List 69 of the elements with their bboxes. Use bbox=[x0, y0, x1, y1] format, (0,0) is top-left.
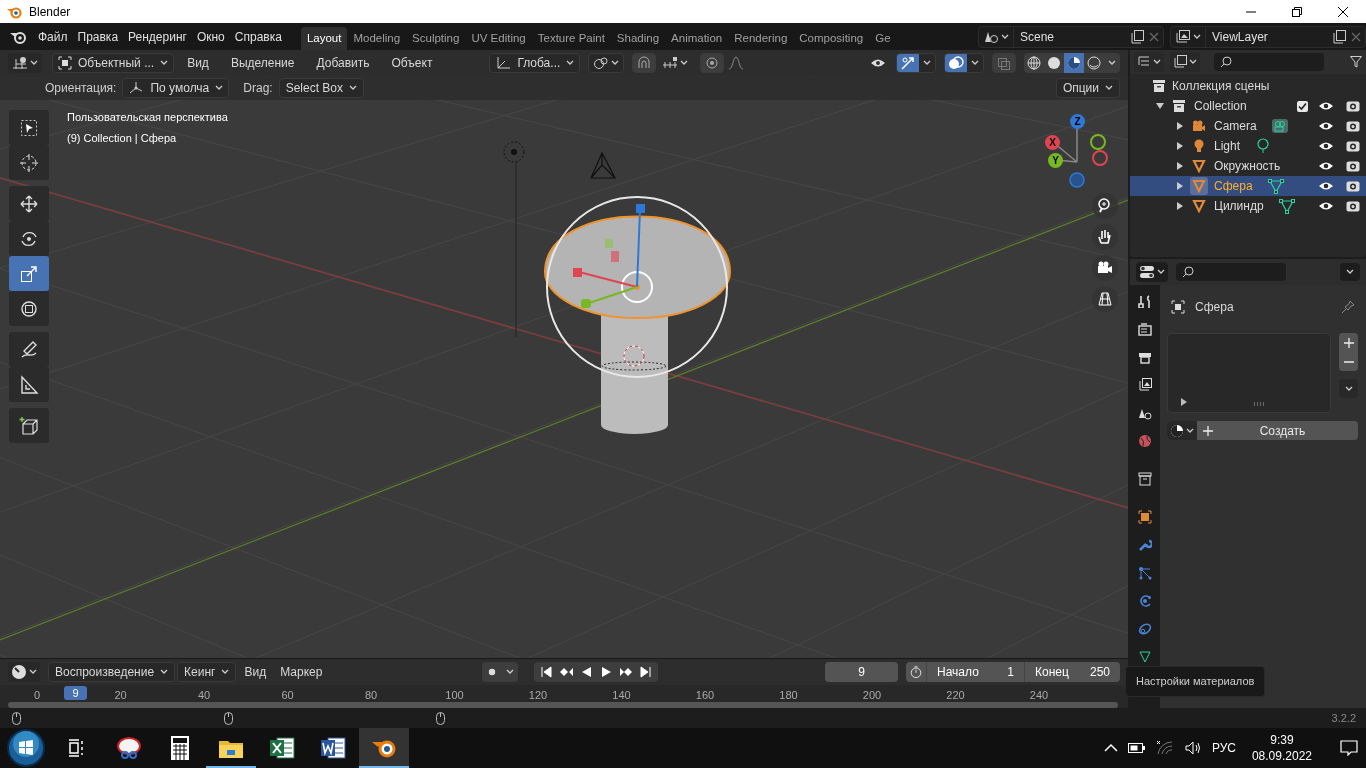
view-layer-selector[interactable]: ViewLayer bbox=[1170, 25, 1366, 48]
language-indicator[interactable]: РУС bbox=[1211, 739, 1236, 757]
navigation-gizmo[interactable]: Z X Y bbox=[1038, 110, 1116, 190]
workspace-tab[interactable]: UV Editing bbox=[465, 27, 532, 50]
frame-number: 60 bbox=[281, 688, 294, 703]
frame-number: 140 bbox=[612, 688, 631, 703]
menu-dropdown[interactable]: Кеинг bbox=[177, 662, 237, 682]
menu-item[interactable]: Вид bbox=[178, 53, 218, 72]
menu-item[interactable]: Справка bbox=[229, 27, 287, 46]
orientation-dropdown[interactable]: Глоба... bbox=[489, 52, 581, 73]
workspace-tab[interactable]: Layout bbox=[300, 27, 348, 50]
outliner-item[interactable]: Коллекция сцены bbox=[1172, 77, 1270, 95]
tooltip: Настройки материалов bbox=[1125, 666, 1266, 697]
workspace-tab[interactable]: Ge bbox=[869, 27, 897, 50]
clock-date[interactable]: 08.09.2022 bbox=[1251, 748, 1312, 764]
frame-number: 100 bbox=[445, 688, 464, 703]
frame-number: 240 bbox=[1029, 688, 1049, 703]
menu-item[interactable]: Объект bbox=[382, 53, 442, 72]
outliner-row[interactable]: Camera bbox=[1130, 116, 1366, 136]
frame-number: 160 bbox=[695, 688, 715, 703]
workspace-tab[interactable]: Rendering bbox=[728, 27, 794, 50]
menu-item[interactable]: Окно bbox=[191, 27, 230, 46]
outliner-row[interactable]: Сфера bbox=[1130, 176, 1366, 196]
workspace-tab[interactable]: Texture Paint bbox=[531, 27, 611, 50]
workspace-tab[interactable]: Shading bbox=[610, 27, 666, 50]
menu-dropdown[interactable]: Воспроизведение bbox=[48, 662, 176, 682]
start-frame-field[interactable]: Начало 1 bbox=[926, 662, 1024, 682]
menu-item[interactable]: Файл bbox=[33, 27, 73, 46]
menu-item[interactable]: Вид bbox=[238, 662, 273, 682]
options-dropdown[interactable]: Опции bbox=[1055, 77, 1120, 98]
workspace-tab[interactable]: Modeling bbox=[347, 27, 407, 50]
orientation-dropdown[interactable]: По умолча bbox=[122, 77, 230, 98]
mode-dropdown[interactable]: Объектный ... bbox=[52, 52, 175, 73]
menu-item[interactable]: Добавить bbox=[307, 53, 379, 72]
outliner-row[interactable]: Collection bbox=[1130, 96, 1366, 116]
current-frame-field[interactable]: 9 bbox=[825, 662, 898, 682]
version-label: 3.2.2 bbox=[1331, 710, 1356, 726]
clock-time[interactable]: 9:39 bbox=[1270, 732, 1294, 748]
context-label: (9) Collection | Сфера bbox=[67, 130, 178, 146]
menu-item[interactable]: Рендеринг bbox=[123, 27, 192, 46]
frame-number: 80 bbox=[364, 688, 378, 703]
workspace-tab[interactable]: Compositing bbox=[793, 27, 870, 50]
frame-number: 180 bbox=[779, 688, 798, 703]
drag-dropdown[interactable]: Select Box bbox=[278, 77, 364, 98]
outliner-row[interactable]: Цилиндр bbox=[1130, 196, 1366, 216]
frame-number: 20 bbox=[114, 688, 127, 703]
frame-number: 120 bbox=[528, 688, 548, 703]
frame-number: 0 bbox=[33, 688, 41, 703]
menu-item[interactable]: Правка bbox=[72, 27, 124, 46]
scene-selector[interactable]: Scene bbox=[978, 25, 1164, 48]
axis-label: Y bbox=[1048, 153, 1063, 168]
axis-label: X bbox=[1045, 135, 1060, 150]
frame-number: 200 bbox=[862, 688, 882, 703]
orientation-label: Ориентация: bbox=[45, 79, 117, 97]
workspace-tab[interactable]: Sculpting bbox=[406, 27, 466, 50]
workspace-tab[interactable]: Animation bbox=[665, 27, 729, 50]
frame-number: 220 bbox=[946, 688, 965, 703]
menu-item[interactable]: Маркер bbox=[274, 662, 329, 682]
outliner-row[interactable]: Light bbox=[1130, 136, 1366, 156]
object-name-label: Сфера bbox=[1195, 299, 1234, 316]
drag-label: Drag: bbox=[243, 79, 273, 97]
current-frame-badge: 9 bbox=[64, 686, 87, 700]
end-frame-field[interactable]: Конец 250 bbox=[1024, 662, 1120, 682]
outliner-row[interactable]: Окружность bbox=[1130, 156, 1366, 176]
frame-number: 40 bbox=[197, 688, 211, 703]
axis-label: Z bbox=[1070, 114, 1085, 129]
window-title: Blender bbox=[29, 3, 71, 21]
view-name-label: Пользовательская перспектива bbox=[67, 110, 228, 125]
menu-item[interactable]: Выделение bbox=[221, 53, 304, 72]
